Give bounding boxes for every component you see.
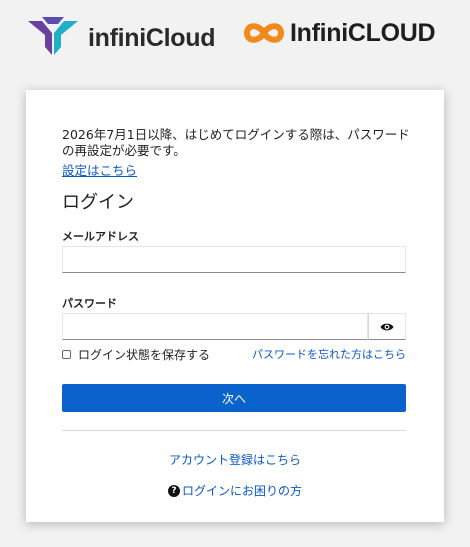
password-setup-link[interactable]: 設定はこちら xyxy=(62,160,137,179)
password-reset-notice: 2026年7月1日以降、はじめてログインする際は、パスワードの再設定が必要です。 xyxy=(62,127,410,158)
question-circle-icon: ? xyxy=(167,484,180,497)
password-label: パスワード xyxy=(62,297,117,310)
logo-bar: infiniCloud InfiniCLOUD xyxy=(0,0,470,80)
login-card: 2026年7月1日以降、はじめてログインする際は、パスワードの再設定が必要です。… xyxy=(26,90,444,522)
forgot-password-link[interactable]: パスワードを忘れた方はこちら xyxy=(252,346,406,362)
divider xyxy=(62,430,406,431)
remember-login-checkbox[interactable] xyxy=(62,350,71,359)
login-help-label[interactable]: ログインにお困りの方 xyxy=(182,482,302,499)
next-button[interactable]: 次へ xyxy=(62,384,406,412)
remember-login-label[interactable]: ログイン状態を保存する xyxy=(78,346,210,363)
account-register-link[interactable]: アカウント登録はこちら xyxy=(26,451,444,468)
infinity-mark-icon xyxy=(243,23,285,43)
password-field[interactable] xyxy=(62,313,368,340)
infinicloud-logo: infiniCloud xyxy=(28,17,216,59)
login-heading: ログイン xyxy=(62,192,134,213)
infinicloud-logo-text: infiniCloud xyxy=(88,23,216,52)
infinicloud-caps-logo: InfiniCLOUD xyxy=(243,16,436,50)
login-help-link[interactable]: ? ログインにお困りの方 xyxy=(26,482,444,499)
infinicloud-mark-icon xyxy=(28,17,78,55)
password-field-group xyxy=(62,313,406,340)
remember-login-row: ログイン状態を保存する xyxy=(62,346,210,363)
email-field[interactable] xyxy=(62,246,406,273)
show-password-button[interactable] xyxy=(368,313,406,340)
infinicloud-caps-logo-text: InfiniCLOUD xyxy=(290,18,436,47)
eye-icon xyxy=(380,323,394,330)
email-label: メールアドレス xyxy=(62,230,139,243)
